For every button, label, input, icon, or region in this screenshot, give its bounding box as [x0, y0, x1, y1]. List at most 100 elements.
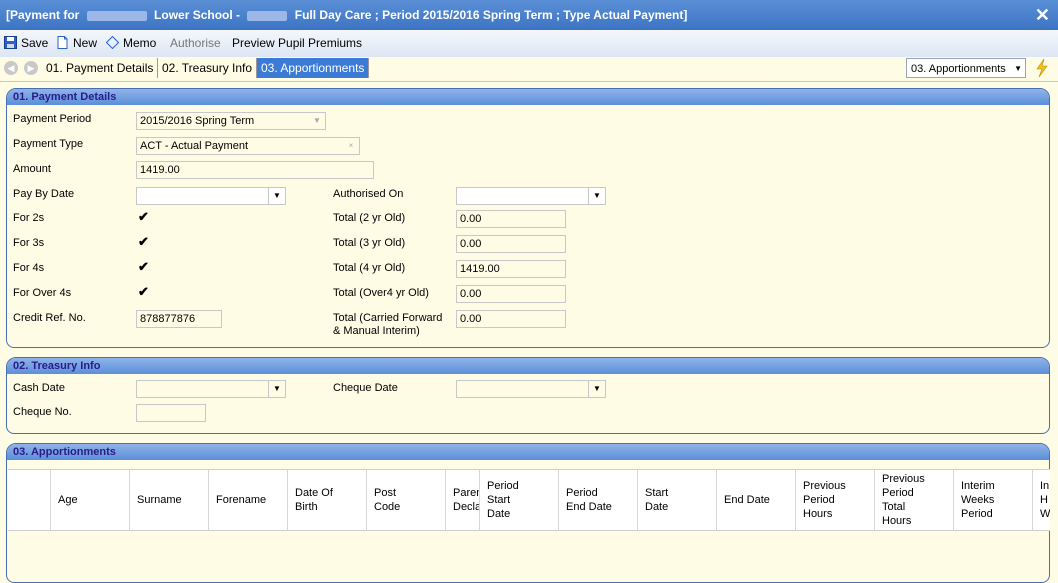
col-period-start-date[interactable]: Period Start Date — [479, 470, 558, 530]
payment-type-label: Payment Type — [13, 138, 84, 150]
col-previous-period-hours[interactable]: Previous Period Hours — [795, 470, 874, 530]
chevron-down-icon: ▼ — [313, 116, 321, 125]
total-cf-label-line1: Total (Carried Forward — [333, 312, 443, 324]
payment-period-value: 2015/2016 Spring Term — [140, 115, 255, 127]
pay-by-date-label: Pay By Date — [13, 188, 75, 200]
toolbar: Save New Memo Authorise Preview Pupil Pr… — [0, 30, 1058, 57]
close-icon[interactable]: ✕ — [1035, 5, 1050, 26]
credit-ref-label: Credit Ref. No. — [13, 312, 86, 324]
grid-row-selector-header — [8, 470, 50, 530]
new-label: New — [73, 36, 98, 50]
payment-type-value: ACT - Actual Payment — [140, 140, 249, 152]
col-end-date[interactable]: End Date — [716, 470, 795, 530]
apportionments-grid: Age Surname Forename Date Of Birth Post … — [8, 469, 1050, 531]
total-4yr-field[interactable]: 1419.00 — [456, 260, 566, 278]
col-previous-period-total-hours[interactable]: Previous Period Total Hours — [874, 470, 953, 530]
col-date-of-birth[interactable]: Date Of Birth — [287, 470, 366, 530]
total-2yr-label: Total (2 yr Old) — [333, 212, 406, 224]
preview-pupil-premiums-button[interactable]: Preview Pupil Premiums — [232, 36, 362, 50]
for-3s-checkbox[interactable]: ✔ — [138, 234, 149, 250]
col-period-end-date[interactable]: Period End Date — [558, 470, 637, 530]
col-surname[interactable]: Surname — [129, 470, 208, 530]
tab-treasury-info[interactable]: 02. Treasury Info — [158, 58, 258, 78]
payment-period-label: Payment Period — [13, 113, 92, 125]
cheque-no-label: Cheque No. — [13, 406, 72, 418]
for-4s-label: For 4s — [13, 262, 45, 274]
memo-label: Memo — [123, 36, 157, 50]
credit-ref-field[interactable]: 878877876 — [136, 310, 222, 328]
section-jump-select[interactable]: 03. Apportionments ▼ — [906, 58, 1026, 78]
for-3s-label: For 3s — [13, 237, 45, 249]
for-over-4s-label: For Over 4s — [13, 287, 72, 299]
col-forename[interactable]: Forename — [208, 470, 287, 530]
authorised-on-label: Authorised On — [333, 188, 404, 200]
authorise-button[interactable]: Authorise — [170, 36, 221, 50]
total-cf-field[interactable]: 0.00 — [456, 310, 566, 328]
col-start-date[interactable]: Start Date — [637, 470, 716, 530]
payment-details-header: 01. Payment Details — [7, 89, 1049, 105]
cheque-date-field[interactable]: ▼ — [456, 380, 606, 398]
section-jump-value: 03. Apportionments — [911, 63, 1006, 75]
for-4s-checkbox[interactable]: ✔ — [138, 259, 149, 275]
new-document-icon — [57, 36, 68, 49]
amount-value: 1419.00 — [140, 164, 180, 176]
lightning-icon[interactable] — [1034, 59, 1050, 77]
save-button[interactable]: Save — [4, 36, 48, 50]
chevron-down-icon[interactable]: ▼ — [268, 380, 285, 398]
tab-apportionments[interactable]: 03. Apportionments — [257, 58, 370, 78]
amount-label: Amount — [13, 163, 51, 175]
total-over4yr-value: 0.00 — [460, 288, 482, 300]
chevron-down-icon: ▼ — [1014, 64, 1022, 73]
col-post-code[interactable]: Post Code — [366, 470, 445, 530]
chevron-down-icon[interactable]: ▼ — [588, 380, 605, 398]
payment-type-select[interactable]: ACT - Actual Payment × — [136, 137, 360, 155]
total-cf-value: 0.00 — [460, 313, 482, 325]
clear-icon[interactable]: × — [343, 137, 359, 155]
redacted-name — [86, 10, 147, 21]
total-4yr-value: 1419.00 — [460, 263, 500, 275]
preview-label: Preview Pupil Premiums — [232, 36, 363, 50]
cash-date-field[interactable]: ▼ — [136, 380, 286, 398]
redacted-name — [247, 10, 288, 21]
total-over4yr-field[interactable]: 0.00 — [456, 285, 566, 303]
memo-tag-icon — [106, 36, 119, 49]
credit-ref-value: 878877876 — [140, 313, 196, 325]
chevron-down-icon[interactable]: ▼ — [268, 187, 285, 205]
title-rest: Full Day Care ; Period 2015/2016 Spring … — [294, 8, 688, 22]
total-3yr-value: 0.00 — [460, 238, 482, 250]
for-over-4s-checkbox[interactable]: ✔ — [138, 284, 149, 300]
apportionments-header: 03. Apportionments — [7, 444, 1049, 460]
payment-period-select[interactable]: 2015/2016 Spring Term ▼ — [136, 112, 326, 130]
memo-button[interactable]: Memo — [106, 36, 156, 50]
for-2s-label: For 2s — [13, 212, 45, 224]
pay-by-date-field[interactable]: ▼ — [136, 187, 286, 205]
chevron-down-icon[interactable]: ▼ — [588, 187, 605, 205]
cheque-date-label: Cheque Date — [333, 382, 398, 394]
title-school: Lower School - — [154, 8, 241, 22]
navigation-bar: ◀ ▶ 01. Payment Details 02. Treasury Inf… — [0, 57, 1058, 82]
authorised-on-field[interactable]: ▼ — [456, 187, 606, 205]
total-over4yr-label: Total (Over4 yr Old) — [333, 287, 429, 299]
col-interim-hours-weeks[interactable]: In H W — [1032, 470, 1050, 530]
authorise-label: Authorise — [170, 36, 221, 50]
total-3yr-label: Total (3 yr Old) — [333, 237, 406, 249]
treasury-info-header: 02. Treasury Info — [7, 358, 1049, 374]
new-button[interactable]: New — [56, 36, 97, 50]
total-2yr-field[interactable]: 0.00 — [456, 210, 566, 228]
for-2s-checkbox[interactable]: ✔ — [138, 209, 149, 225]
total-3yr-field[interactable]: 0.00 — [456, 235, 566, 253]
forward-arrow-icon[interactable]: ▶ — [24, 61, 38, 75]
col-parent-declaration[interactable]: Parent Declar — [445, 470, 479, 530]
cheque-no-field[interactable] — [136, 404, 206, 422]
amount-field[interactable]: 1419.00 — [136, 161, 374, 179]
col-interim-weeks-period[interactable]: Interim Weeks Period — [953, 470, 1032, 530]
title-prefix: [Payment for — [6, 8, 80, 22]
col-age[interactable]: Age — [50, 470, 129, 530]
total-cf-label-line2: & Manual Interim) — [333, 325, 420, 337]
total-4yr-label: Total (4 yr Old) — [333, 262, 406, 274]
save-label: Save — [21, 36, 49, 50]
floppy-disk-icon — [4, 36, 17, 49]
window-titlebar: [Payment for Lower School - Full Day Car… — [0, 0, 1058, 30]
back-arrow-icon[interactable]: ◀ — [4, 61, 18, 75]
tab-payment-details[interactable]: 01. Payment Details — [42, 58, 159, 78]
